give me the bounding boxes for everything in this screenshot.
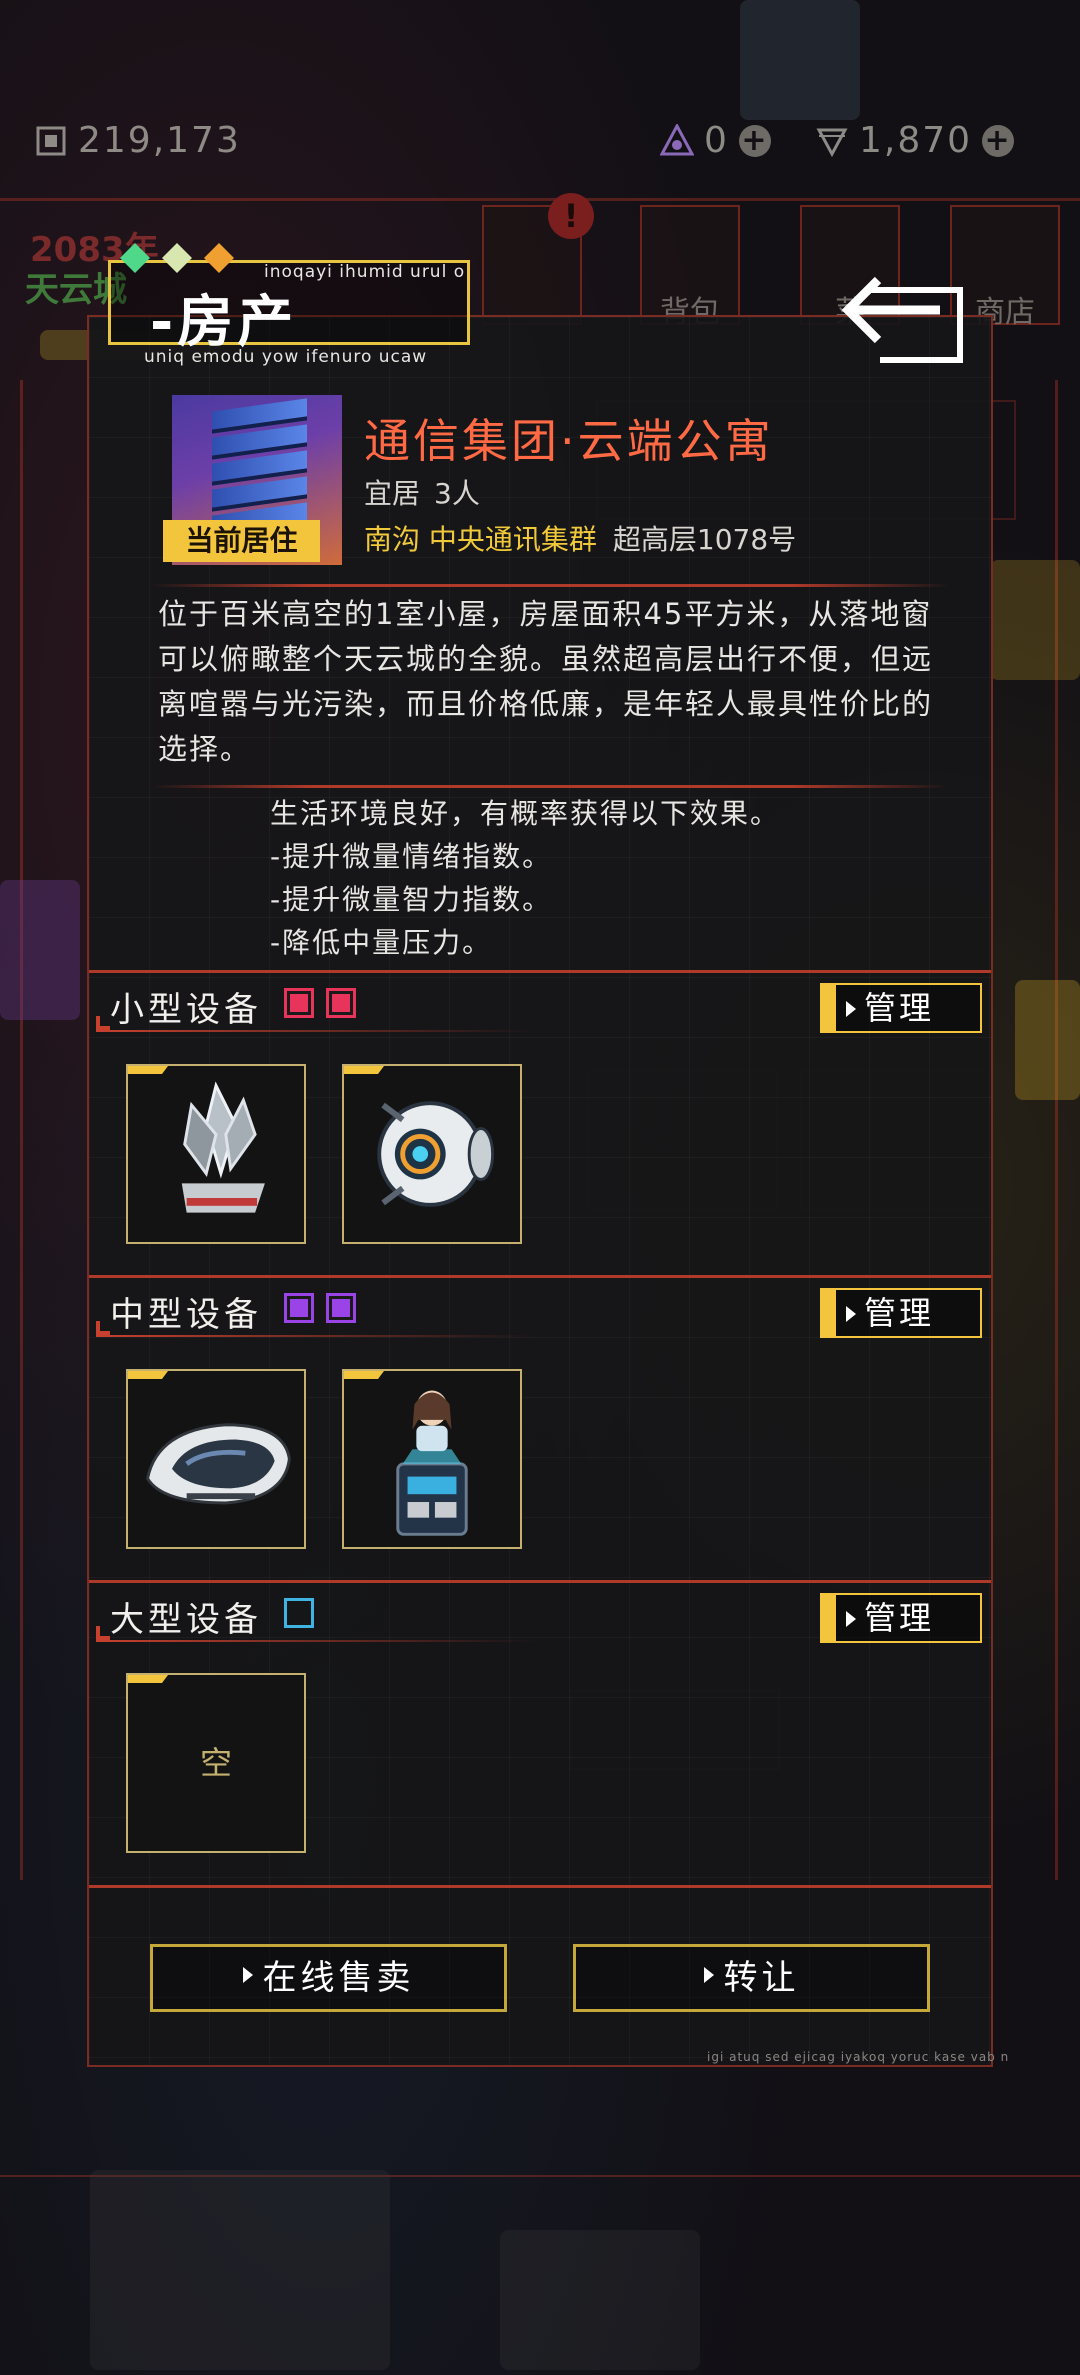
current-residence-badge: 当前居住 — [163, 520, 320, 562]
large-device-slot-1[interactable]: 空 — [126, 1673, 306, 1853]
effect-item: -提升微量情绪指数。 — [270, 840, 553, 873]
small-device-slot-2[interactable] — [342, 1064, 522, 1244]
resource-bar: 219,173 0 + 1,870 + — [0, 120, 1080, 190]
effects-list: 生活环境良好，有概率获得以下效果。 -提升微量情绪指数。 -提升微量智力指数。 … — [270, 792, 780, 964]
chip-icon — [36, 126, 66, 155]
bg-nav-tile-bag: 背包 — [640, 205, 740, 330]
add-tokens-button[interactable]: + — [738, 124, 771, 157]
section-divider — [89, 1580, 991, 1583]
large-devices-manage-button[interactable]: 管理 — [820, 1593, 982, 1643]
chips-value: 219,173 — [78, 120, 241, 161]
effect-item: -降低中量压力。 — [270, 926, 493, 959]
medium-slot-indicator — [284, 1293, 314, 1323]
small-device-slot-1[interactable] — [126, 1064, 306, 1244]
crystal-trophy-icon — [181, 1081, 265, 1213]
add-gems-button[interactable]: + — [982, 124, 1015, 157]
sell-online-button[interactable]: 在线售卖 — [150, 1944, 507, 2012]
orange-diamond-icon — [204, 243, 234, 273]
property-location: 南沟 中央通讯集群 超高层1078号 — [364, 518, 796, 558]
large-slot-indicator — [284, 1598, 314, 1628]
property-area: 南沟 中央通讯集群 — [364, 523, 597, 556]
green-diamond-icon — [120, 243, 150, 273]
token-icon — [660, 123, 694, 155]
sleep-pod-icon — [146, 1423, 291, 1505]
medium-devices-title: 中型设备 — [110, 1295, 262, 1335]
divider — [150, 584, 950, 587]
property-description: 位于百米高空的1室小屋，房屋面积45平方米，从落地窗可以俯瞰整个天云城的全貌。虽… — [158, 597, 934, 766]
page-title: -房产 — [150, 290, 298, 355]
small-devices-title: 小型设备 — [110, 990, 262, 1030]
back-button[interactable] — [840, 270, 970, 370]
alert-icon: ! — [548, 193, 594, 239]
small-slot-indicator — [326, 988, 356, 1018]
large-devices-title: 大型设备 — [110, 1600, 262, 1640]
chips-counter: 219,173 — [34, 120, 241, 161]
medium-slot-indicator — [326, 1293, 356, 1323]
small-devices-manage-button[interactable]: 管理 — [820, 983, 982, 1033]
small-slot-indicator — [284, 988, 314, 1018]
white-diamond-icon — [162, 243, 192, 273]
effects-intro: 生活环境良好，有概率获得以下效果。 — [270, 797, 781, 830]
tokens-value: 0 — [704, 120, 729, 161]
footnote-text: igi atuq sed ejicag iyakoq yoruc kase va… — [707, 2050, 1010, 2064]
divider — [150, 785, 950, 788]
gem-icon — [816, 128, 848, 157]
title-subtext-bottom: uniq emodu yow ifenuro ucaw — [144, 347, 428, 367]
robot-orb-icon — [377, 1101, 495, 1207]
medium-device-slot-1[interactable] — [126, 1369, 306, 1549]
section-divider — [89, 1885, 991, 1888]
property-name: 通信集团·云端公寓 — [364, 414, 774, 468]
transfer-button[interactable]: 转让 — [573, 1944, 930, 2012]
hologram-kiosk-icon — [396, 1390, 468, 1536]
medium-device-slot-2[interactable] — [342, 1369, 522, 1549]
section-divider — [89, 1275, 991, 1278]
gems-value: 1,870 — [859, 120, 973, 161]
section-divider — [89, 970, 991, 973]
gems-counter: 1,870 + — [815, 120, 1015, 161]
property-capacity: 宜居 3人 — [364, 477, 480, 510]
medium-devices-manage-button[interactable]: 管理 — [820, 1288, 982, 1338]
empty-slot-label: 空 — [199, 1744, 232, 1782]
effect-item: -提升微量智力指数。 — [270, 883, 553, 916]
property-address: 超高层1078号 — [612, 523, 797, 556]
tokens-counter: 0 + — [660, 120, 771, 161]
